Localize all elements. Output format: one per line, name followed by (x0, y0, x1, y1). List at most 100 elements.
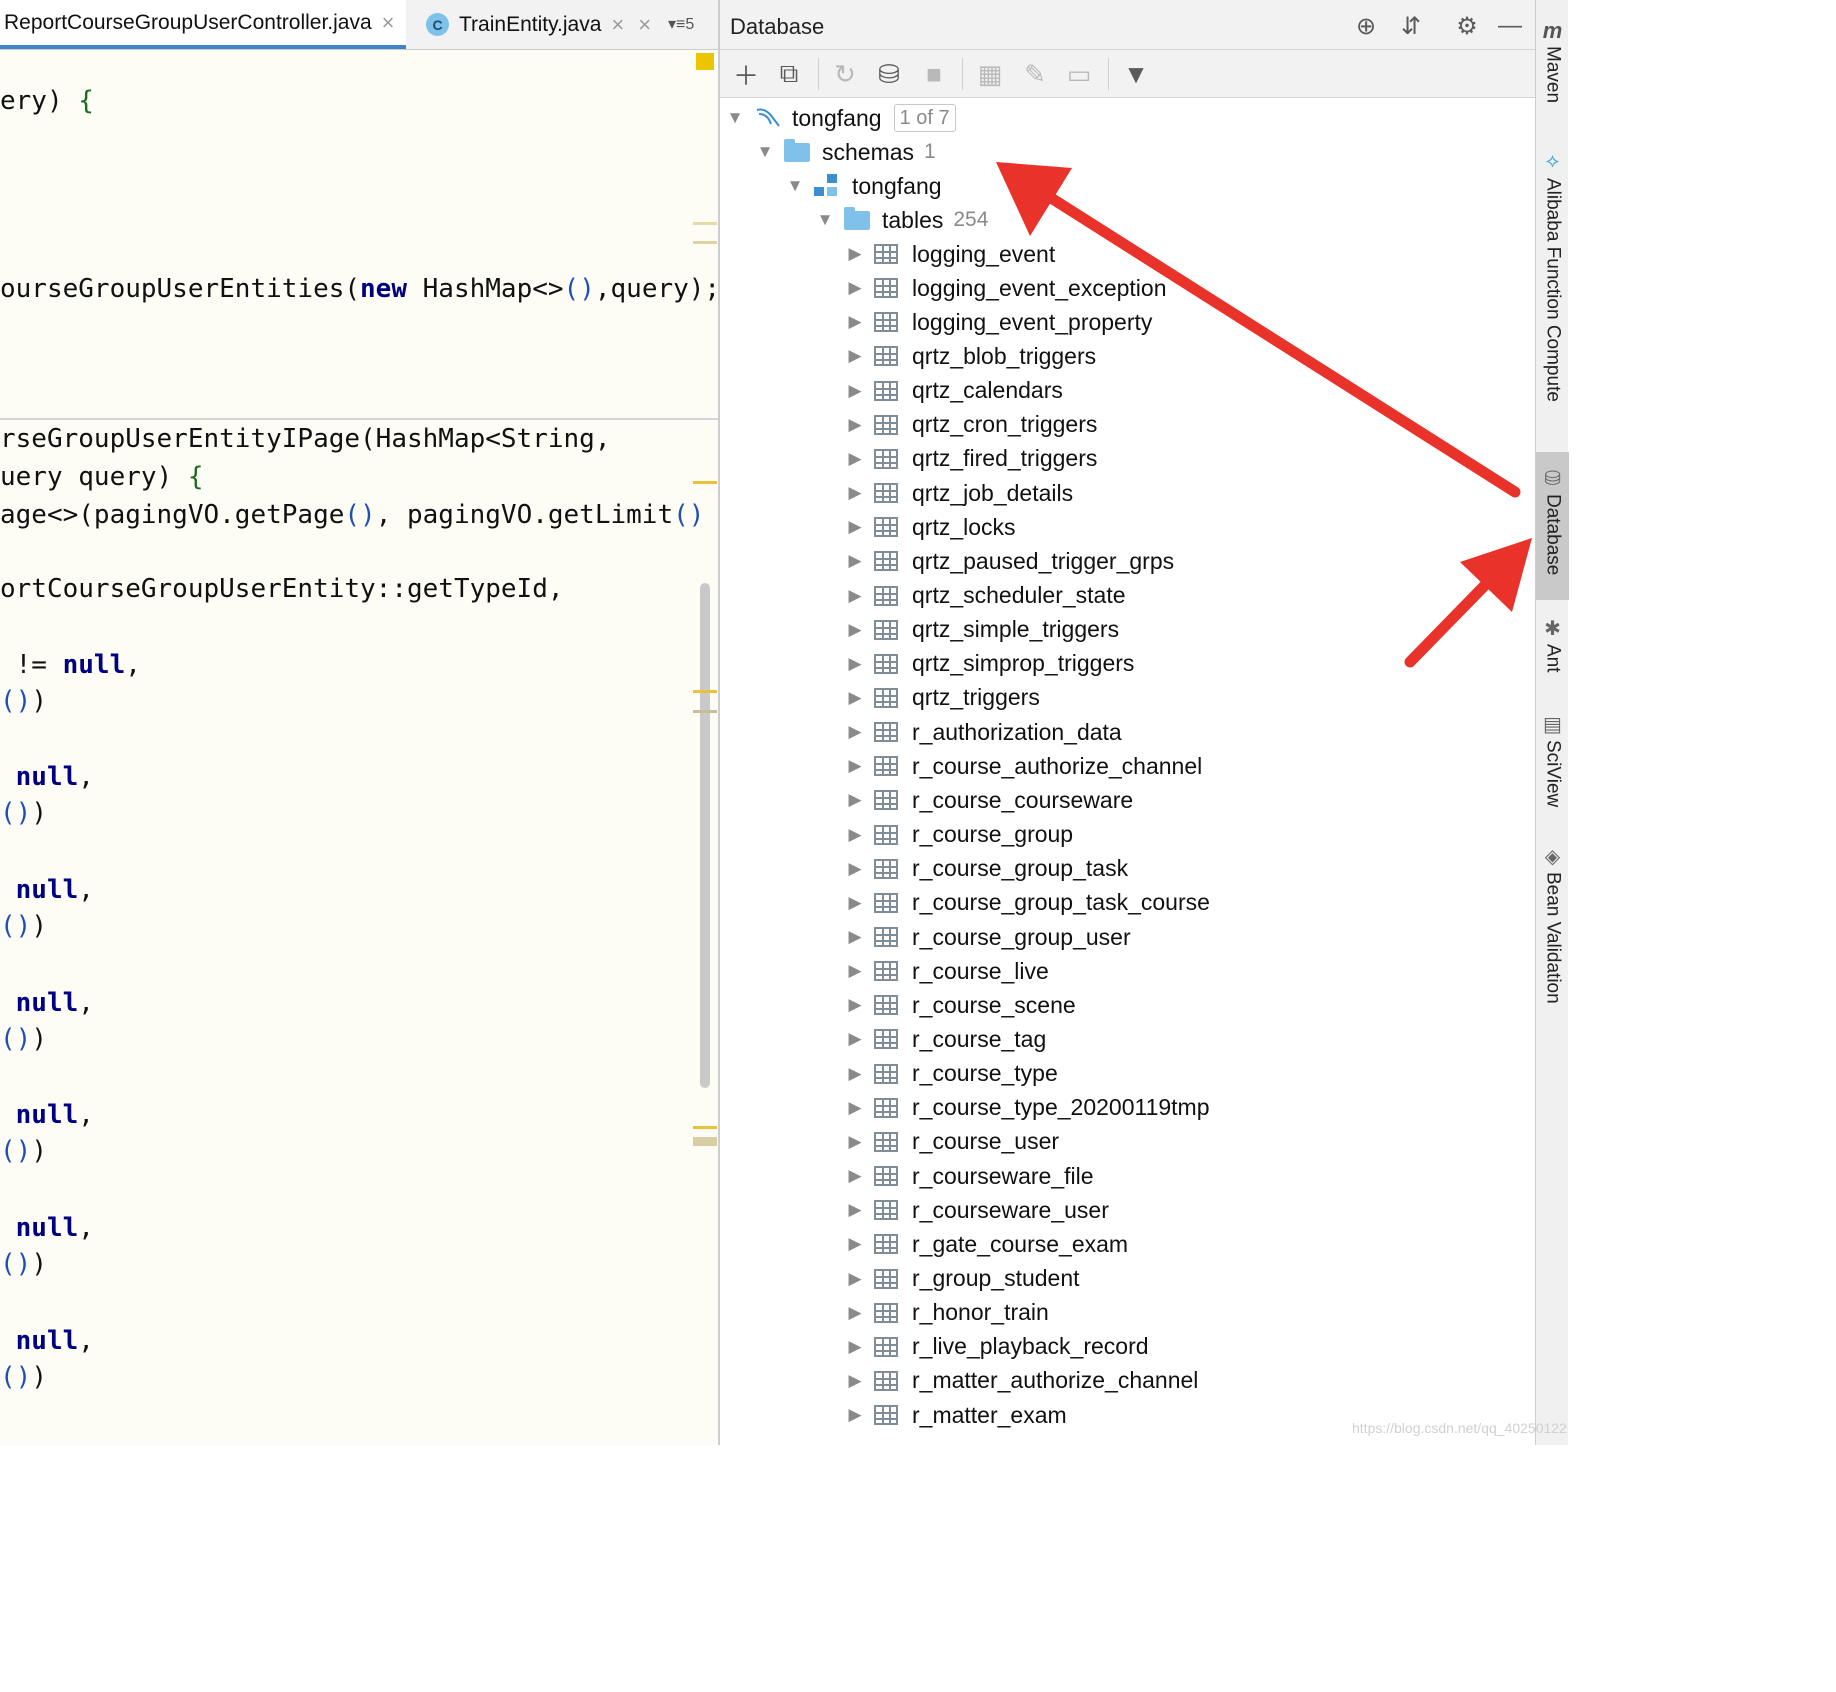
table-item[interactable]: ▶ r_course_courseware (844, 783, 1133, 817)
table-item[interactable]: ▶ r_course_group_task (844, 852, 1128, 886)
table-item[interactable]: ▶ r_courseware_user (844, 1193, 1108, 1227)
code-line[interactable]: ()) (0, 686, 47, 716)
table-item[interactable]: ▶ r_course_type (844, 1057, 1057, 1091)
expand-arrow-icon[interactable]: ▶ (844, 1405, 866, 1425)
expand-arrow-icon[interactable]: ▶ (844, 1132, 866, 1152)
tree-schema-tongfang[interactable]: ▼ tongfang (784, 169, 942, 203)
expand-arrow-icon[interactable]: ▼ (784, 176, 806, 196)
expand-arrow-icon[interactable]: ▶ (844, 825, 866, 845)
expand-arrow-icon[interactable]: ▶ (844, 551, 866, 571)
close-icon[interactable]: × (611, 12, 624, 38)
table-item[interactable]: ▶ logging_event_property (844, 305, 1152, 339)
expand-arrow-icon[interactable]: ▶ (844, 688, 866, 708)
tab-report-controller[interactable]: ReportCourseGroupUserController.java × (0, 0, 406, 49)
table-item[interactable]: ▶ qrtz_paused_trigger_grps (844, 544, 1174, 578)
gutter-marker[interactable] (693, 710, 717, 713)
gear-icon[interactable]: ⚙ (1453, 12, 1481, 40)
stop-icon[interactable]: ■ (918, 58, 950, 90)
table-item[interactable]: ▶ r_course_group_user (844, 920, 1130, 954)
table-item[interactable]: ▶ qrtz_blob_triggers (844, 339, 1096, 373)
code-line[interactable]: ()) (0, 1024, 47, 1054)
table-item[interactable]: ▶ r_courseware_file (844, 1159, 1093, 1193)
expand-arrow-icon[interactable]: ▶ (844, 1064, 866, 1084)
edit-icon[interactable]: ✎ (1019, 58, 1051, 90)
tool-alibaba-function-compute[interactable]: ⟡ Alibaba Function Compute (1536, 150, 1569, 402)
expand-arrow-icon[interactable]: ▶ (844, 722, 866, 742)
console-icon[interactable]: ▭ (1063, 58, 1095, 90)
tab-overflow-button[interactable]: ▾≡5 (668, 14, 694, 34)
table-item[interactable]: ▶ r_group_student (844, 1262, 1079, 1296)
close-icon[interactable]: × (638, 12, 651, 38)
code-line[interactable]: ()) (0, 798, 47, 828)
expand-arrow-icon[interactable]: ▼ (754, 142, 776, 162)
table-item[interactable]: ▶ r_course_user (844, 1125, 1059, 1159)
table-item[interactable]: ▶ r_course_type_20200119tmp (844, 1091, 1209, 1125)
expand-arrow-icon[interactable]: ▶ (844, 1371, 866, 1391)
expand-arrow-icon[interactable]: ▶ (844, 1029, 866, 1049)
code-line[interactable]: ery) { (0, 86, 94, 116)
expand-arrow-icon[interactable]: ▶ (844, 927, 866, 947)
schema-sync-icon[interactable]: ⛁ (873, 58, 905, 90)
table-view-icon[interactable]: ▦ (974, 58, 1006, 90)
expand-arrow-icon[interactable]: ▶ (844, 586, 866, 606)
tree-tables[interactable]: ▼ tables 254 (814, 203, 988, 237)
code-line[interactable]: null, (0, 875, 94, 905)
table-item[interactable]: ▶ r_authorization_data (844, 715, 1121, 749)
table-item[interactable]: ▶ r_matter_exam (844, 1398, 1066, 1432)
code-line[interactable]: ortCourseGroupUserEntity::getTypeId, (0, 574, 564, 604)
table-item[interactable]: ▶ r_course_live (844, 954, 1048, 988)
locate-icon[interactable]: ⊕ (1352, 12, 1380, 40)
tree-datasource[interactable]: ▼ tongfang 1 of 7 (724, 101, 956, 135)
table-item[interactable]: ▶ r_course_authorize_channel (844, 749, 1202, 783)
table-item[interactable]: ▶ qrtz_calendars (844, 374, 1062, 408)
table-item[interactable]: ▶ qrtz_scheduler_state (844, 579, 1125, 613)
expand-arrow-icon[interactable]: ▶ (844, 620, 866, 640)
table-item[interactable]: ▶ r_course_tag (844, 1022, 1046, 1056)
table-item[interactable]: ▶ r_honor_train (844, 1296, 1048, 1330)
code-line[interactable]: ()) (0, 911, 47, 941)
table-item[interactable]: ▶ r_live_playback_record (844, 1330, 1148, 1364)
gutter-marker[interactable] (693, 241, 717, 244)
gutter-marker[interactable] (693, 1126, 717, 1129)
code-line[interactable]: ourseGroupUserEntities(new HashMap<>(),q… (0, 274, 718, 304)
code-line[interactable]: null, (0, 1100, 94, 1130)
expand-arrow-icon[interactable]: ▶ (844, 1234, 866, 1254)
minimize-icon[interactable]: — (1496, 12, 1524, 40)
expand-arrow-icon[interactable]: ▼ (724, 108, 746, 128)
expand-arrow-icon[interactable]: ▶ (844, 449, 866, 469)
code-line[interactable]: null, (0, 1213, 94, 1243)
table-item[interactable]: ▶ qrtz_triggers (844, 681, 1039, 715)
code-line[interactable]: null, (0, 1326, 94, 1356)
collapse-all-icon[interactable]: ⇵ (1397, 12, 1425, 40)
expand-arrow-icon[interactable]: ▶ (844, 1098, 866, 1118)
refresh-icon[interactable]: ↻ (829, 58, 861, 90)
tool-bean-validation[interactable]: ◈ Bean Validation (1536, 844, 1569, 1004)
code-line[interactable]: null, (0, 988, 94, 1018)
expand-arrow-icon[interactable]: ▶ (844, 1337, 866, 1357)
code-line[interactable]: != null, (0, 650, 141, 680)
table-item[interactable]: ▶ qrtz_simprop_triggers (844, 647, 1134, 681)
table-item[interactable]: ▶ r_course_scene (844, 988, 1075, 1022)
expand-arrow-icon[interactable]: ▶ (844, 244, 866, 264)
expand-arrow-icon[interactable]: ▶ (844, 1269, 866, 1289)
code-area[interactable]: ery) { ourseGroupUserEntities(new HashMap… (0, 50, 718, 1445)
expand-arrow-icon[interactable]: ▶ (844, 381, 866, 401)
table-item[interactable]: ▶ r_matter_authorize_channel (844, 1364, 1198, 1398)
expand-arrow-icon[interactable]: ▶ (844, 483, 866, 503)
table-item[interactable]: ▶ r_course_group_task_course (844, 886, 1209, 920)
expand-arrow-icon[interactable]: ▶ (844, 278, 866, 298)
expand-arrow-icon[interactable]: ▶ (844, 1200, 866, 1220)
table-item[interactable]: ▶ qrtz_fired_triggers (844, 442, 1097, 476)
expand-arrow-icon[interactable]: ▶ (844, 961, 866, 981)
expand-arrow-icon[interactable]: ▶ (844, 517, 866, 537)
expand-arrow-icon[interactable]: ▶ (844, 1166, 866, 1186)
table-item[interactable]: ▶ qrtz_locks (844, 510, 1015, 544)
table-item[interactable]: ▶ qrtz_cron_triggers (844, 408, 1097, 442)
table-item[interactable]: ▶ logging_event (844, 237, 1055, 271)
code-line[interactable]: ()) (0, 1136, 47, 1166)
code-line[interactable]: null, (0, 762, 94, 792)
expand-arrow-icon[interactable]: ▶ (844, 756, 866, 776)
expand-arrow-icon[interactable]: ▶ (844, 893, 866, 913)
code-line[interactable]: ()) (0, 1249, 47, 1279)
filter-icon[interactable]: ▼ (1120, 58, 1152, 90)
